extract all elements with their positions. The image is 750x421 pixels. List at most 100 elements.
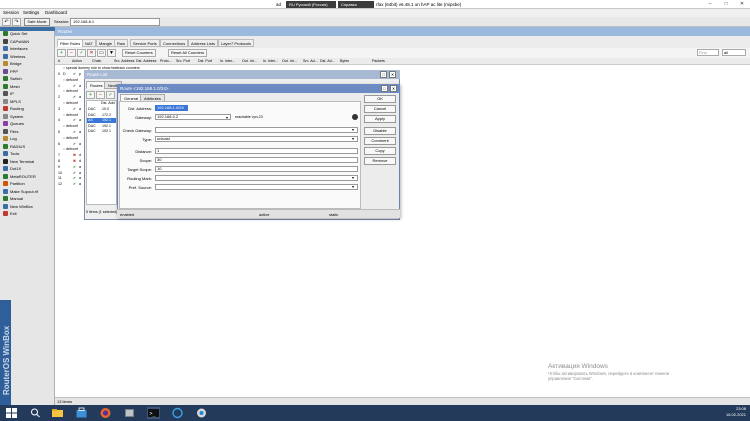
sidebar-item-partition[interactable]: Partition	[10, 180, 25, 187]
input-mode-indicator[interactable]: Справка	[338, 1, 374, 8]
type-dropdown-icon[interactable]: ▾	[352, 136, 354, 141]
taskbar-clock[interactable]: 23:08 16.02.2021	[718, 406, 746, 418]
add-icon[interactable]: +	[57, 49, 66, 57]
firefox-icon[interactable]	[99, 407, 112, 419]
sidebar-item-dot1x[interactable]: Dot1X	[10, 165, 21, 172]
distance-input[interactable]: 1	[155, 148, 358, 154]
route-enable-icon[interactable]: ✓	[106, 91, 115, 99]
sidebar-item-wireless[interactable]: Wireless	[10, 53, 25, 60]
sidebar-item-new-winbox[interactable]: New WinBox	[10, 203, 33, 210]
check-gateway-select[interactable]	[155, 127, 358, 133]
route-list-maximize-icon[interactable]: □	[380, 71, 387, 78]
search-icon[interactable]	[29, 407, 42, 419]
pref-source-select[interactable]	[155, 184, 358, 190]
dialog-close-icon[interactable]: ✕	[390, 85, 397, 92]
filter-icon[interactable]: ▼	[107, 49, 116, 57]
sidebar-item-mesh[interactable]: Mesh	[10, 83, 20, 90]
sidebar-icon-system	[3, 113, 8, 119]
winbox-icon[interactable]	[123, 407, 136, 419]
sidebar-item-tools[interactable]: Tools	[10, 150, 19, 157]
minimize-icon[interactable]: –	[702, 0, 718, 9]
sidebar-item-make-supout-rif[interactable]: Make Supout.rif	[10, 188, 38, 195]
sidebar-item-system[interactable]: System	[10, 113, 23, 120]
terminal-icon[interactable]: >_	[147, 407, 160, 419]
sidebar-item-exit[interactable]: Exit	[10, 210, 17, 217]
remove-icon[interactable]: −	[67, 49, 76, 57]
tab-address-lists[interactable]: Address Lists	[188, 39, 219, 47]
sidebar-item-ip[interactable]: IP	[10, 90, 14, 97]
enable-icon[interactable]: ✓	[77, 49, 86, 57]
menu-session[interactable]: Session	[3, 9, 19, 17]
file-explorer-icon[interactable]	[51, 407, 64, 419]
routing-mark-dropdown-icon[interactable]: ▾	[352, 175, 354, 180]
route-flag: DAC	[88, 123, 96, 128]
sidebar-item-metarouter[interactable]: MetaROUTER	[10, 173, 36, 180]
menu-dashboard[interactable]: Dashboard	[45, 9, 67, 17]
pref-source-dropdown-icon[interactable]: ▾	[352, 184, 354, 189]
gateway-input[interactable]: 192.168.0.2	[155, 114, 231, 120]
sidebar-item-quick-set[interactable]: Quick Set	[10, 30, 27, 37]
redo-icon[interactable]: ↷	[12, 18, 21, 26]
maximize-icon[interactable]: □	[718, 0, 734, 9]
sidebar-item-switch[interactable]: Switch	[10, 75, 22, 82]
routing-mark-select[interactable]	[155, 175, 358, 181]
dialog-maximize-icon[interactable]: □	[381, 85, 388, 92]
comment-button[interactable]: Comment	[364, 137, 396, 145]
sidebar-item-radius[interactable]: RADIUS	[10, 143, 25, 150]
ok-button[interactable]: OK	[364, 95, 396, 103]
sidebar-item-bridge[interactable]: Bridge	[10, 60, 22, 67]
gateway-remove-icon[interactable]	[352, 114, 358, 120]
cancel-button[interactable]: Cancel	[364, 105, 396, 113]
sidebar-item-new-terminal[interactable]: New Terminal	[10, 158, 34, 165]
safe-mode-button[interactable]: Safe Mode	[24, 18, 50, 26]
apply-button[interactable]: Apply	[364, 115, 396, 123]
sidebar-item-routing[interactable]: Routing	[10, 105, 24, 112]
undo-icon[interactable]: ↶	[2, 18, 11, 26]
check-gateway-dropdown-icon[interactable]: ▾	[352, 127, 354, 132]
reset-counters-button[interactable]: Reset Counters	[122, 49, 156, 57]
session-field[interactable]: 192.168.8.1	[70, 18, 160, 26]
store-icon[interactable]	[75, 407, 88, 419]
all-select[interactable]: all	[722, 49, 746, 56]
target-scope-input[interactable]: 10	[155, 166, 358, 172]
close-icon[interactable]: ✕	[734, 0, 750, 9]
remove-button[interactable]: Remove	[364, 157, 396, 165]
sidebar-item-ppp[interactable]: PPP	[10, 68, 18, 75]
start-icon[interactable]	[5, 407, 18, 419]
disable-button[interactable]: Disable	[364, 127, 396, 135]
tab-service-ports[interactable]: Service Ports	[130, 39, 160, 47]
sidebar-item-capsman[interactable]: CAPsMAN	[10, 38, 29, 45]
tab-nat[interactable]: NAT	[82, 39, 96, 47]
taskbar	[0, 405, 750, 421]
tab-filter-rules[interactable]: Filter Rules	[57, 39, 84, 47]
scope-input[interactable]: 30	[155, 157, 358, 163]
route-list-close-icon[interactable]: ✕	[389, 71, 396, 78]
comment-icon[interactable]: ▭	[97, 49, 106, 57]
sidebar-item-mpls[interactable]: MPLS	[10, 98, 21, 105]
route-add-icon[interactable]: +	[86, 91, 95, 99]
menu-settings[interactable]: Settings	[23, 9, 39, 17]
tab-layer7-protocols[interactable]: Layer7 Protocols	[218, 39, 255, 47]
sidebar-item-log[interactable]: Log	[10, 135, 17, 142]
keyboard-layout-indicator[interactable]: RU Русский (Россия)	[286, 1, 336, 8]
tab-raw[interactable]: Raw	[114, 39, 129, 47]
tab-mangle[interactable]: Mangle	[96, 39, 116, 47]
copy-button[interactable]: Copy	[364, 147, 396, 155]
firewall-window-title: Routes	[55, 27, 750, 36]
tab-connections[interactable]: Connections	[160, 39, 189, 47]
type-select[interactable]: unicast	[155, 136, 358, 142]
sidebar-item-files[interactable]: Files	[10, 128, 18, 135]
sidebar-item-manual[interactable]: Manual	[10, 195, 23, 202]
network-app-icon[interactable]	[195, 407, 208, 419]
rule-action: a	[79, 130, 81, 134]
sidebar-item-interfaces[interactable]: Interfaces	[10, 45, 28, 52]
find-input[interactable]: Find	[697, 49, 719, 56]
route-remove-icon[interactable]: −	[96, 91, 105, 99]
sidebar-item-queues[interactable]: Queues	[10, 120, 24, 127]
reset-all-counters-button[interactable]: Reset All Counters	[168, 49, 208, 57]
rule-action: a	[79, 182, 81, 187]
disable-icon[interactable]: ✕	[87, 49, 96, 57]
gateway-dropdown-icon[interactable]: ▾	[226, 115, 228, 120]
ie-icon[interactable]	[171, 407, 184, 419]
dst-address-input[interactable]: 192.168.1.0/24	[155, 105, 188, 111]
